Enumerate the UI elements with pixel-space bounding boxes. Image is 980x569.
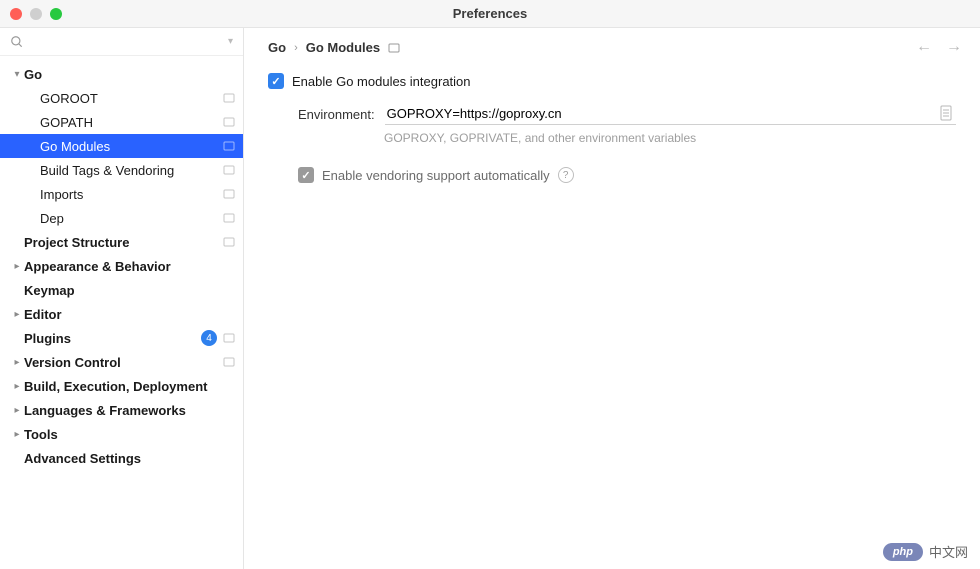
sidebar-item-label: Plugins	[24, 331, 201, 346]
sidebar-item-label: Editor	[24, 307, 235, 322]
sidebar-item-gopath[interactable]: GOPATH	[0, 110, 243, 134]
help-icon[interactable]: ?	[558, 167, 574, 183]
sidebar-item-label: Build, Execution, Deployment	[24, 379, 235, 394]
window-title: Preferences	[453, 6, 527, 21]
php-badge: php	[883, 543, 923, 561]
enable-integration-label: Enable Go modules integration	[292, 74, 471, 89]
chevron-down-icon[interactable]: ▾	[228, 36, 233, 47]
project-scope-icon	[388, 43, 400, 53]
sidebar-item-advanced-settings[interactable]: Advanced Settings	[0, 446, 243, 470]
nav-back-button[interactable]: ←	[916, 38, 932, 56]
chevron-right-icon[interactable]: ▸	[10, 261, 24, 272]
project-scope-icon	[223, 189, 235, 199]
project-scope-icon	[223, 117, 235, 127]
project-scope-icon	[223, 165, 235, 175]
breadcrumb-root[interactable]: Go	[268, 40, 286, 55]
close-window-button[interactable]	[10, 8, 22, 20]
sidebar-item-label: GOPATH	[40, 115, 223, 130]
sidebar-item-label: Advanced Settings	[24, 451, 235, 466]
enable-integration-row[interactable]: ✓ Enable Go modules integration	[268, 73, 956, 89]
project-scope-icon	[223, 357, 235, 367]
sidebar-item-version-control[interactable]: ▸Version Control	[0, 350, 243, 374]
enable-integration-checkbox[interactable]: ✓	[268, 73, 284, 89]
sidebar-item-label: Appearance & Behavior	[24, 259, 235, 274]
sidebar-item-go-modules[interactable]: Go Modules	[0, 134, 243, 158]
sidebar-item-appearance-behavior[interactable]: ▸Appearance & Behavior	[0, 254, 243, 278]
sidebar-item-keymap[interactable]: Keymap	[0, 278, 243, 302]
sidebar-item-label: Tools	[24, 427, 235, 442]
project-scope-icon	[223, 141, 235, 151]
minimize-window-button[interactable]	[30, 8, 42, 20]
traffic-lights	[10, 8, 62, 20]
sidebar-item-label: Go Modules	[40, 139, 223, 154]
sidebar-item-label: Version Control	[24, 355, 223, 370]
vendoring-row[interactable]: ✓ Enable vendoring support automatically…	[298, 167, 956, 183]
sidebar-item-label: Dep	[40, 211, 223, 226]
project-scope-icon	[223, 333, 235, 343]
expand-icon[interactable]	[940, 105, 954, 121]
sidebar-item-label: Keymap	[24, 283, 235, 298]
sidebar-item-languages-frameworks[interactable]: ▸Languages & Frameworks	[0, 398, 243, 422]
sidebar-item-build-tags-vendoring[interactable]: Build Tags & Vendoring	[0, 158, 243, 182]
sidebar-item-label: Languages & Frameworks	[24, 403, 235, 418]
project-scope-icon	[223, 237, 235, 247]
vendoring-checkbox[interactable]: ✓	[298, 167, 314, 183]
sidebar-item-imports[interactable]: Imports	[0, 182, 243, 206]
environment-input-wrap	[385, 103, 956, 125]
sidebar-item-go[interactable]: ▾Go	[0, 62, 243, 86]
sidebar-item-editor[interactable]: ▸Editor	[0, 302, 243, 326]
settings-tree: ▾Go GOROOT GOPATH Go Modules Build Tags & Ve…	[0, 56, 243, 470]
environment-input[interactable]	[385, 103, 956, 124]
nav-forward-button[interactable]: →	[946, 38, 962, 56]
sidebar-item-build-execution-deployment[interactable]: ▸Build, Execution, Deployment	[0, 374, 243, 398]
sidebar-item-project-structure[interactable]: Project Structure	[0, 230, 243, 254]
chevron-right-icon[interactable]: ▸	[10, 429, 24, 440]
sidebar: ▾ ▾GoGOROOTGOPATHGo ModulesBuild Tags & …	[0, 28, 244, 569]
search-input[interactable]	[30, 34, 222, 49]
environment-hint: GOPROXY, GOPRIVATE, and other environmen…	[384, 131, 956, 145]
chevron-right-icon: ›	[294, 42, 298, 54]
project-scope-icon	[223, 93, 235, 103]
sidebar-item-label: Imports	[40, 187, 223, 202]
environment-label: Environment:	[298, 107, 375, 122]
chevron-right-icon[interactable]: ▸	[10, 381, 24, 392]
sidebar-item-dep[interactable]: Dep	[0, 206, 243, 230]
search-row: ▾	[0, 28, 243, 56]
chevron-right-icon[interactable]: ▸	[10, 405, 24, 416]
watermark-text: 中文网	[929, 542, 968, 561]
breadcrumb-current: Go Modules	[306, 40, 380, 55]
search-icon	[10, 35, 24, 49]
project-scope-icon	[223, 213, 235, 223]
sidebar-item-label: Go	[24, 67, 235, 82]
sidebar-item-tools[interactable]: ▸Tools	[0, 422, 243, 446]
chevron-down-icon[interactable]: ▾	[10, 69, 24, 80]
environment-row: Environment:	[298, 103, 956, 125]
titlebar: Preferences	[0, 0, 980, 28]
sidebar-item-label: Project Structure	[24, 235, 223, 250]
content-panel: ← → Go › Go Modules ✓ Enable Go modules …	[244, 28, 980, 569]
sidebar-item-plugins[interactable]: Plugins4	[0, 326, 243, 350]
sidebar-item-label: Build Tags & Vendoring	[40, 163, 223, 178]
vendoring-label: Enable vendoring support automatically	[322, 168, 550, 183]
watermark: php 中文网	[883, 542, 968, 561]
chevron-right-icon[interactable]: ▸	[10, 357, 24, 368]
sidebar-item-goroot[interactable]: GOROOT	[0, 86, 243, 110]
breadcrumb: Go › Go Modules	[268, 40, 956, 55]
sidebar-item-label: GOROOT	[40, 91, 223, 106]
chevron-right-icon[interactable]: ▸	[10, 309, 24, 320]
update-badge: 4	[201, 330, 217, 346]
maximize-window-button[interactable]	[50, 8, 62, 20]
nav-arrows: ← →	[916, 38, 962, 56]
